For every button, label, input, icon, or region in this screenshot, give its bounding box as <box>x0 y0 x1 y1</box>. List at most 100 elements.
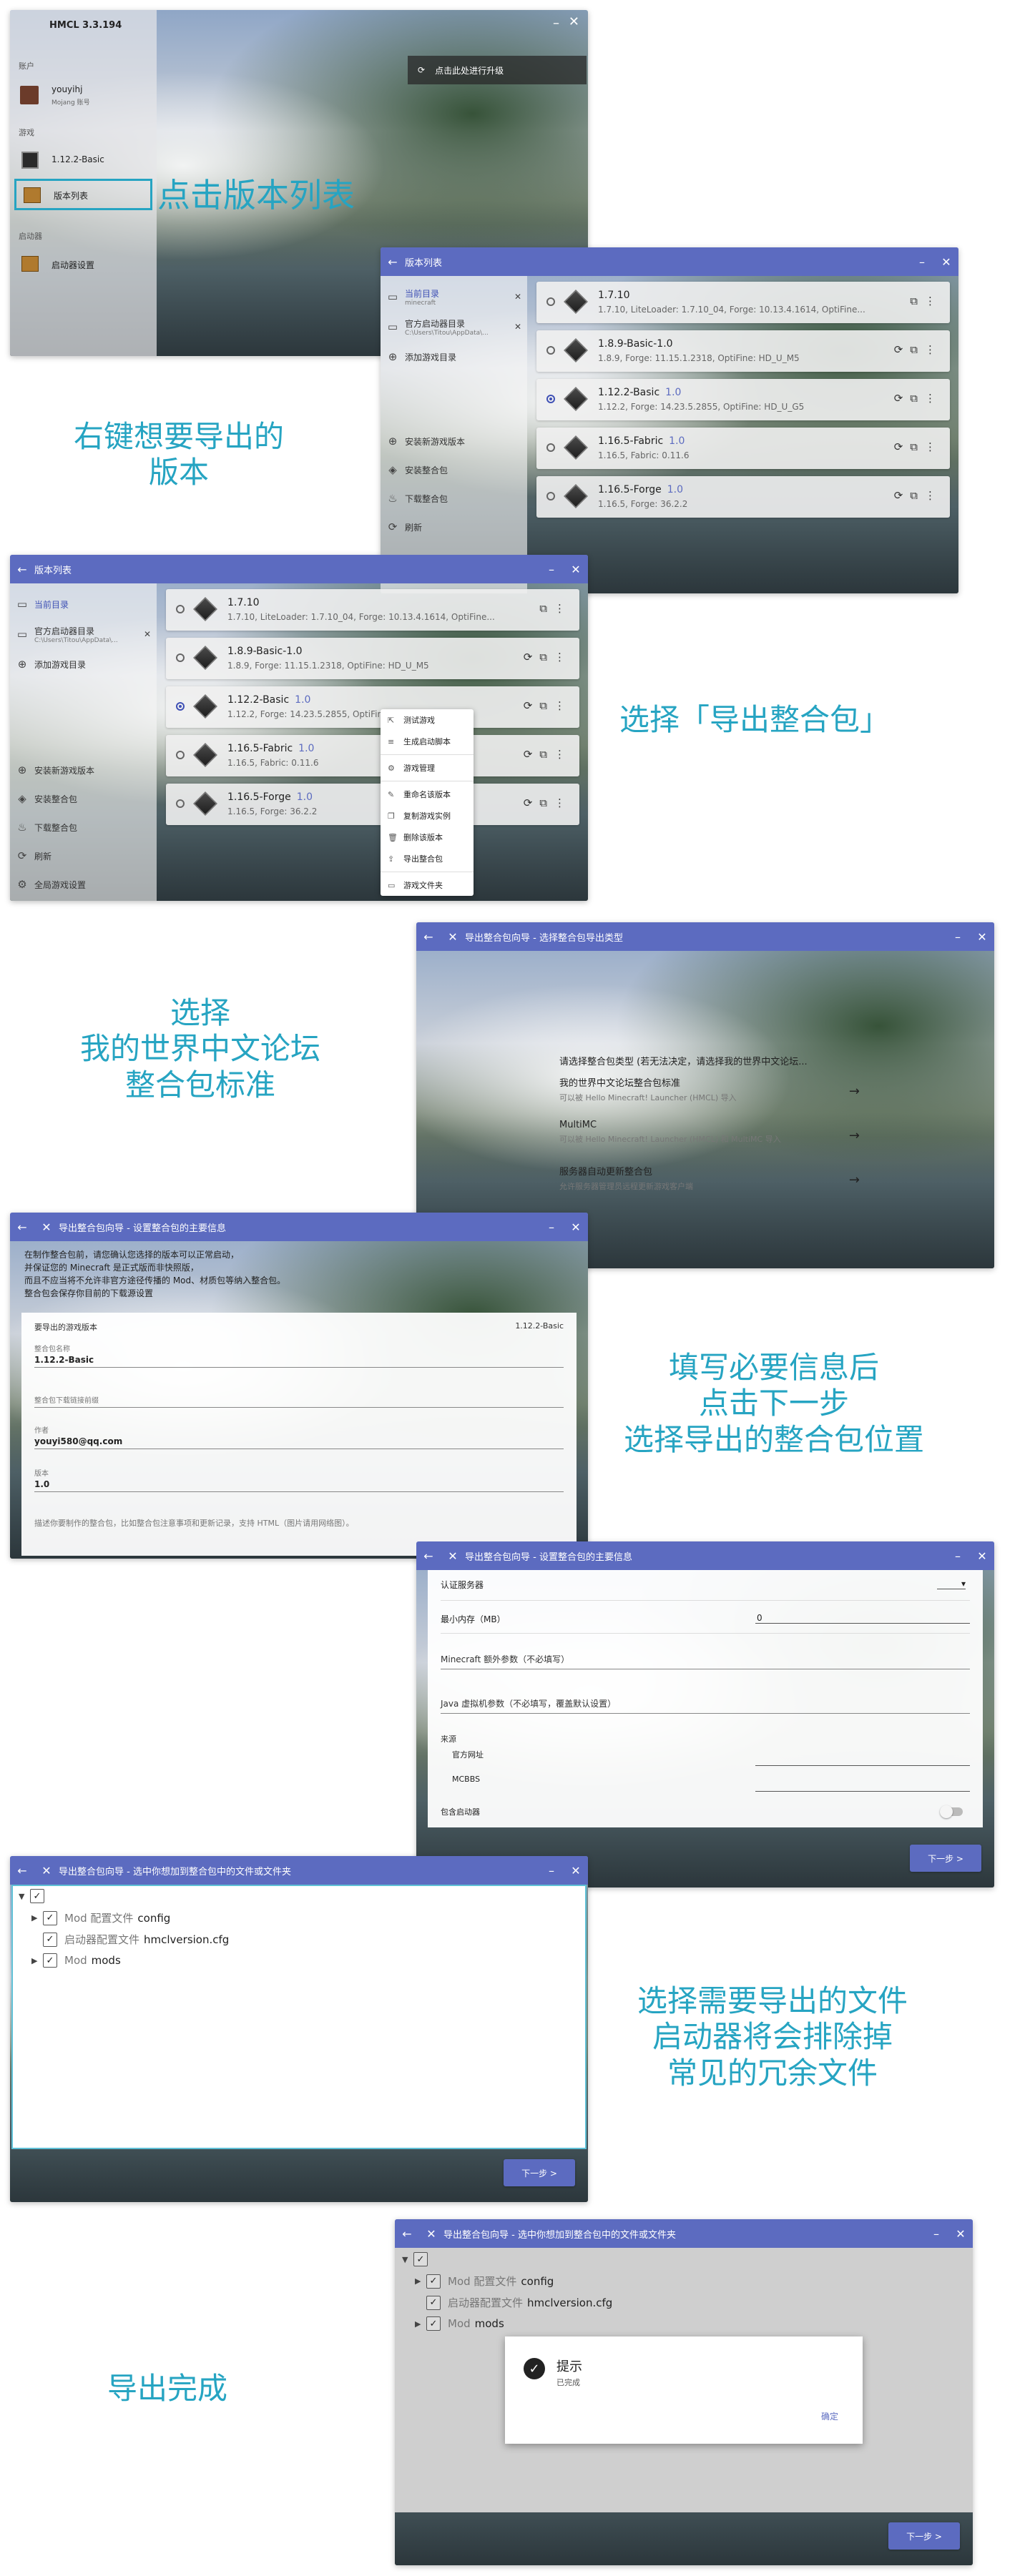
sidebar-item-add-dir[interactable]: ⊕ 添加游戏目录 <box>10 652 157 676</box>
sidebar-item-install-modpack[interactable]: ◈ 安装整合包 <box>381 458 527 482</box>
menu-item-duplicate[interactable]: ❐ 复制游戏实例 <box>381 805 474 826</box>
version-list-item[interactable]: 版本列表 <box>14 179 152 210</box>
type-option[interactable]: MultiMC 可以被 Hello Minecraft! Launcher (H… <box>559 1120 860 1157</box>
next-button[interactable]: 下一步 > <box>504 2159 575 2186</box>
version-actions[interactable]: ⧉⋮ <box>539 602 572 615</box>
close-wizard-icon[interactable]: ✕ <box>441 930 465 944</box>
menu-item-rename[interactable]: ✎ 重命名该版本 <box>381 784 474 805</box>
checkbox[interactable]: ✓ <box>30 1889 44 1903</box>
mc-args-field[interactable]: Minecraft 额外参数（不必填写） <box>441 1653 970 1669</box>
version-card[interactable]: 1.7.10 1.7.10, LiteLoader: 1.7.10_04, Fo… <box>536 282 950 323</box>
version-actions[interactable]: ⟳⧉⋮ <box>524 699 572 712</box>
version-card[interactable]: 1.16.5-Forge 1.0 1.16.5, Forge: 36.2.2 ⟳⧉… <box>536 476 950 518</box>
min-memory-row[interactable]: 最小内存（MB） 0 <box>441 1613 970 1634</box>
menu-item-generate-script[interactable]: ≡ 生成启动脚本 <box>381 731 474 752</box>
version-radio[interactable] <box>546 395 555 403</box>
close-icon[interactable]: ✕ <box>934 255 958 269</box>
dialog-ok-button[interactable]: 确定 <box>821 2410 838 2422</box>
version-card[interactable]: 1.12.2-Basic 1.0 1.12.2, Forge: 14.23.5.2… <box>536 379 950 420</box>
tree-row[interactable]: ▶ ✓ Mod 配置文件 config <box>31 1910 170 1925</box>
minimize-icon[interactable]: – <box>539 563 564 576</box>
version-radio[interactable] <box>176 605 185 613</box>
version-actions[interactable]: ⟳⧉⋮ <box>524 748 572 761</box>
version-actions[interactable]: ⟳⧉⋮ <box>524 796 572 809</box>
version-radio[interactable] <box>176 653 185 662</box>
sidebar-item-current-dir[interactable]: ▭ 当前目录 minecraft ✕ <box>381 285 527 309</box>
close-wizard-icon[interactable]: ✕ <box>34 1864 59 1877</box>
url-field[interactable]: 整合包下载链接前缀 <box>34 1388 564 1408</box>
version-card[interactable]: 1.8.9-Basic-1.0 1.8.9, Forge: 11.15.1.23… <box>536 330 950 372</box>
include-launcher-toggle[interactable] <box>940 1805 963 1818</box>
sidebar-item-refresh[interactable]: ⟳ 刷新 <box>381 515 527 539</box>
jvm-args-field[interactable]: Java 虚拟机参数（不必填写，覆盖默认设置） <box>441 1697 970 1714</box>
version-radio[interactable] <box>546 443 555 452</box>
version-card[interactable]: 1.16.5-Fabric 1.0 1.16.5, Fabric: 0.11.6 … <box>536 428 950 469</box>
tree-root[interactable]: ▼ ✓ <box>19 1889 52 1903</box>
close-icon[interactable]: ✕ <box>564 1220 588 1234</box>
close-icon[interactable]: ✕ <box>564 563 588 576</box>
close-wizard-icon[interactable]: ✕ <box>34 1220 59 1234</box>
upgrade-button[interactable]: ⟳ 点击此处进行升级 <box>408 56 587 84</box>
checkbox[interactable]: ✓ <box>43 1953 57 1968</box>
menu-item-manage[interactable]: ⚙ 游戏管理 <box>381 757 474 779</box>
back-icon[interactable]: ← <box>381 255 405 269</box>
type-option[interactable]: 我的世界中文论坛整合包标准 可以被 Hello Minecraft! Launc… <box>559 1075 860 1112</box>
version-radio[interactable] <box>546 297 555 306</box>
next-button[interactable]: 下一步 > <box>910 1845 981 1872</box>
back-icon[interactable]: ← <box>416 1549 441 1563</box>
version-radio[interactable] <box>546 346 555 355</box>
minimize-icon[interactable]: – <box>553 16 559 31</box>
minimize-icon[interactable]: – <box>946 930 970 944</box>
remove-icon[interactable]: ✕ <box>514 292 521 302</box>
launcher-settings-item[interactable]: 启动器设置 <box>10 250 157 277</box>
back-icon[interactable]: ← <box>10 563 34 576</box>
expand-icon[interactable]: ▶ <box>31 1913 43 1923</box>
official-site-input[interactable] <box>755 1765 970 1766</box>
chevron-down-icon[interactable]: ▾ <box>937 1579 966 1589</box>
version-actions[interactable]: ⧉⋮ <box>910 295 943 307</box>
mcbbs-input[interactable] <box>755 1791 970 1792</box>
close-wizard-icon[interactable]: ✕ <box>441 1549 465 1563</box>
sidebar-item-install-new[interactable]: ⊕ 安装新游戏版本 <box>10 758 157 782</box>
back-icon[interactable]: ← <box>10 1220 34 1234</box>
checkbox[interactable]: ✓ <box>43 1910 57 1925</box>
sidebar-item-install-modpack[interactable]: ◈ 安装整合包 <box>10 786 157 811</box>
tree-row[interactable]: ▶ ✓ Mod mods <box>31 1953 121 1968</box>
mcbbs-row[interactable]: MCBBS <box>452 1775 970 1792</box>
menu-item-delete[interactable]: 🗑 删除该版本 <box>381 826 474 848</box>
version-actions[interactable]: ⟳⧉⋮ <box>894 489 943 502</box>
version-radio[interactable] <box>176 799 185 808</box>
sidebar-item-global-settings[interactable]: ⚙ 全局游戏设置 <box>10 872 157 897</box>
close-icon[interactable]: ✕ <box>564 1864 588 1877</box>
account-item[interactable]: youyihj Mojang 账号 <box>10 82 157 109</box>
expand-icon[interactable]: ▶ <box>31 1956 43 1965</box>
minimize-icon[interactable]: – <box>539 1220 564 1234</box>
close-wizard-icon[interactable]: ✕ <box>419 2227 443 2241</box>
auth-server-row[interactable]: 认证服务器 ▾ <box>441 1579 970 1601</box>
version-radio[interactable] <box>176 751 185 759</box>
version-actions[interactable]: ⟳⧉⋮ <box>524 651 572 663</box>
next-button[interactable]: 下一步 > <box>888 2522 960 2550</box>
menu-item-test-game[interactable]: ⇱ 测试游戏 <box>381 709 474 731</box>
version-card[interactable]: 1.16.5-Forge 1.0 1.16.5, Forge: 36.2.2 ⟳⧉… <box>166 784 579 825</box>
remove-icon[interactable]: ✕ <box>514 322 521 332</box>
sidebar-item-refresh[interactable]: ⟳ 刷新 <box>10 844 157 868</box>
official-site-row[interactable]: 官方网址 <box>452 1749 970 1766</box>
checkbox[interactable]: ✓ <box>43 1932 57 1947</box>
back-icon[interactable]: ← <box>416 930 441 944</box>
version-card[interactable]: 1.7.10 1.7.10, LiteLoader: 1.7.10_04, Fo… <box>166 589 579 631</box>
version-actions[interactable]: ⟳⧉⋮ <box>894 440 943 453</box>
minimize-icon[interactable]: – <box>910 255 934 269</box>
modpack-version-field[interactable]: 版本 1.0 <box>34 1467 564 1492</box>
back-icon[interactable]: ← <box>395 2227 419 2241</box>
type-option[interactable]: 服务器自动更新整合包 允许服务器管理员远程更新游戏客户端 → <box>559 1164 860 1201</box>
minimize-icon[interactable]: – <box>924 2227 948 2241</box>
close-icon[interactable]: ✕ <box>970 930 994 944</box>
menu-item-export-modpack[interactable]: ⇪ 导出整合包 <box>381 848 474 869</box>
name-field[interactable]: 整合包名称 1.12.2-Basic <box>34 1343 564 1368</box>
minimize-icon[interactable]: – <box>539 1864 564 1877</box>
sidebar-item-official-dir[interactable]: ▭ 官方启动器目录 C:\Users\Titou\AppData\... ✕ <box>381 315 527 339</box>
sidebar-item-download-modpack[interactable]: ♨ 下载整合包 <box>381 486 527 510</box>
close-icon[interactable]: ✕ <box>569 14 579 29</box>
sidebar-item-download-modpack[interactable]: ♨ 下载整合包 <box>10 815 157 839</box>
